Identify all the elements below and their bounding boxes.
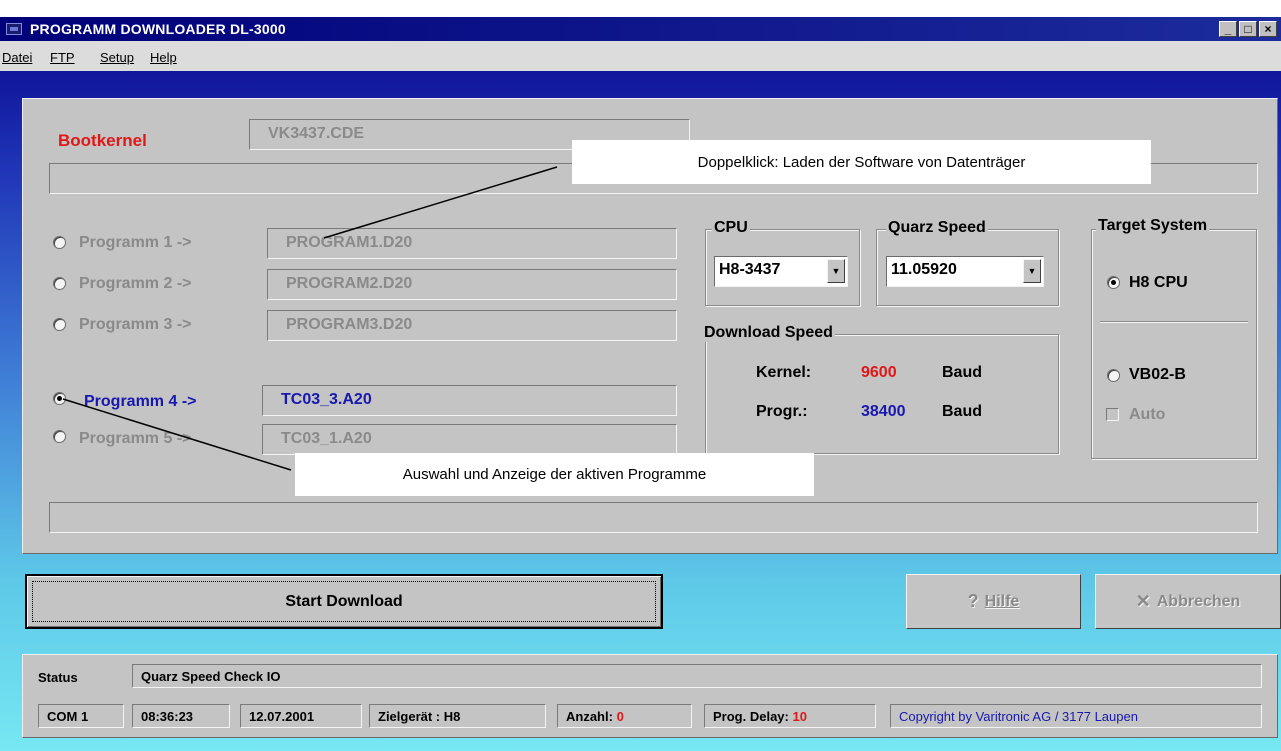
status-date: 12.07.2001 bbox=[240, 704, 362, 728]
copyright-text: Copyright by Varitronic AG / 3177 Laupen bbox=[899, 709, 1138, 724]
focus-outline bbox=[32, 581, 656, 622]
prog-delay-value: 10 bbox=[792, 709, 807, 724]
prog-delay-label: Prog. Delay: bbox=[713, 709, 789, 724]
status-port: COM 1 bbox=[38, 704, 124, 728]
status-label: Status bbox=[38, 670, 78, 685]
status-zielgeraet: Zielgerät : H8 bbox=[369, 704, 546, 728]
status-text: Quarz Speed Check IO bbox=[132, 664, 1262, 688]
callout-top: Doppelklick: Laden der Software von Date… bbox=[572, 140, 1151, 184]
start-download-button[interactable]: Start Download bbox=[25, 574, 663, 629]
cancel-label: Abbrechen bbox=[1156, 592, 1241, 610]
callout-top-leader bbox=[323, 166, 558, 239]
callout-bottom: Auswahl und Anzeige der aktiven Programm… bbox=[295, 453, 814, 496]
status-time: 08:36:23 bbox=[132, 704, 230, 728]
anzahl-value: 0 bbox=[616, 709, 624, 724]
anzahl-label: Anzahl: bbox=[566, 709, 613, 724]
cancel-button[interactable]: ✕ Abbrechen bbox=[1095, 574, 1281, 629]
status-copyright: Copyright by Varitronic AG / 3177 Laupen bbox=[890, 704, 1262, 728]
status-prog-delay: Prog. Delay: 10 bbox=[704, 704, 876, 728]
help-label: Hilfe bbox=[984, 592, 1020, 610]
annotation-lines bbox=[62, 166, 558, 471]
cancel-icon: ✕ bbox=[1135, 591, 1151, 611]
help-button[interactable]: ? Hilfe bbox=[906, 574, 1081, 629]
status-anzahl: Anzahl: 0 bbox=[557, 704, 692, 728]
application-window: PROGRAMM DOWNLOADER DL-3000 _ □ × Datei … bbox=[0, 0, 1281, 751]
help-icon: ? bbox=[967, 591, 979, 611]
callout-bottom-leader bbox=[62, 398, 292, 471]
